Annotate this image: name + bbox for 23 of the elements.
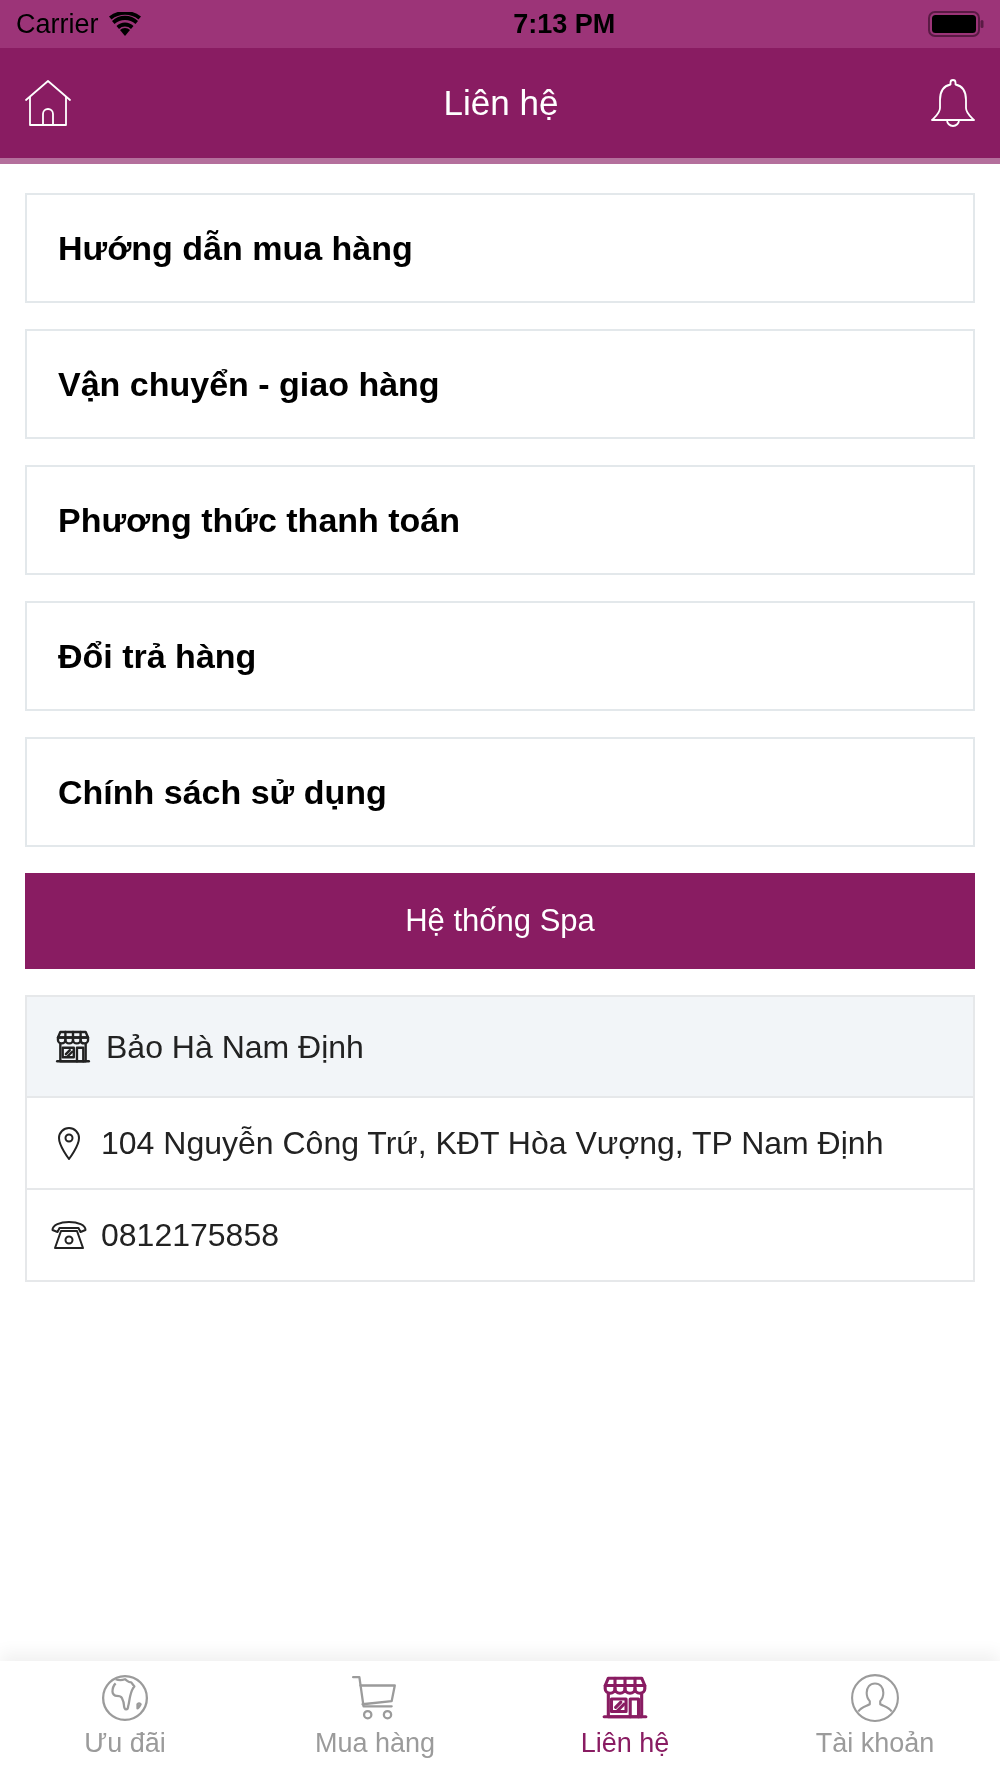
spa-name: Bảo Hà Nam Định: [106, 1027, 364, 1067]
menu-item[interactable]: Phương thức thanh toán: [25, 465, 975, 575]
spa-phone: 0812175858: [101, 1216, 279, 1255]
globe-icon: [100, 1673, 150, 1723]
battery-icon: [928, 11, 984, 37]
location-pin-icon: [57, 1126, 81, 1160]
user-icon: [850, 1673, 900, 1723]
spa-address: 104 Nguyễn Công Trứ, KĐT Hòa Vượng, TP Nam Định: [101, 1124, 884, 1163]
home-button[interactable]: [24, 79, 72, 127]
menu-item[interactable]: Đổi trả hàng: [25, 601, 975, 711]
telephone-icon: [51, 1220, 87, 1250]
tab-item[interactable]: Liên hệ: [500, 1661, 750, 1778]
menu-item[interactable]: Vận chuyển - giao hàng: [25, 329, 975, 439]
wifi-icon: [108, 12, 141, 36]
menu-item[interactable]: Hướng dẫn mua hàng: [25, 193, 975, 303]
carrier-label: Carrier: [16, 7, 99, 41]
header-title: Liên hệ: [443, 81, 559, 124]
bell-icon: [930, 78, 976, 128]
clock-time: 7:13 PM: [513, 7, 616, 41]
notification-button[interactable]: [930, 78, 976, 128]
home-icon: [24, 79, 72, 127]
menu-item[interactable]: Chính sách sử dụng: [25, 737, 975, 847]
spa-system-button[interactable]: Hệ thống Spa: [25, 873, 975, 969]
